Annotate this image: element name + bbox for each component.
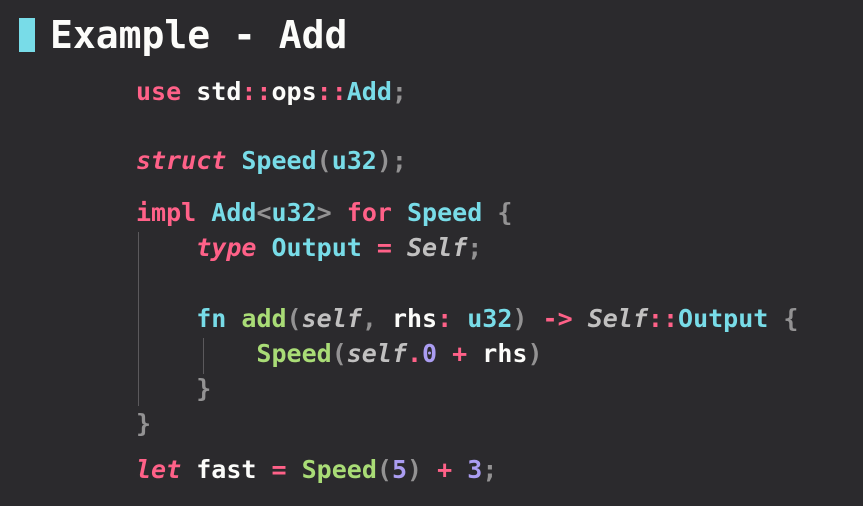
code-token: use <box>136 77 182 106</box>
code-token: ; <box>391 146 407 175</box>
code-token: } <box>136 409 152 438</box>
code-token: ; <box>482 455 498 484</box>
code-token: } <box>196 374 212 403</box>
code-token: Add <box>346 77 392 106</box>
code-token: { <box>783 304 799 333</box>
code-token: u32 <box>467 304 513 333</box>
code-token: ) <box>512 304 528 333</box>
code-token: self <box>346 339 407 368</box>
code-token: Output <box>678 304 769 333</box>
code-token: 3 <box>467 455 483 484</box>
code-token: fast <box>196 455 257 484</box>
code-token: Self <box>587 304 648 333</box>
code-line: fn add(self, rhs: u32) -> Self::Output { <box>136 302 798 336</box>
code-line: let fast = Speed(5) + 3; <box>136 453 497 487</box>
code-token: let <box>136 455 182 484</box>
code-line: use std::ops::Add; <box>136 75 407 109</box>
code-token: = <box>271 455 287 484</box>
code-token: > <box>316 198 332 227</box>
code-token: Self <box>407 233 468 262</box>
code-token: ops <box>271 77 317 106</box>
code-token: , <box>361 304 377 333</box>
code-token: ( <box>376 455 392 484</box>
code-token: :: <box>647 304 679 333</box>
code-token: < <box>256 198 272 227</box>
code-token: ; <box>391 77 407 106</box>
code-token: ) <box>376 146 392 175</box>
code-token: ( <box>286 304 302 333</box>
code-token: Add <box>211 198 257 227</box>
code-token: type <box>196 233 257 262</box>
code-token: 5 <box>391 455 408 484</box>
code-token: + <box>452 339 468 368</box>
code-token: struct <box>136 146 227 175</box>
code-token: Speed <box>301 455 377 484</box>
code-token: : <box>437 304 453 333</box>
slide-header: Example - Add <box>19 10 347 60</box>
code-token: Output <box>271 233 362 262</box>
code-token: ) <box>527 339 543 368</box>
code-token: ( <box>316 146 332 175</box>
code-token: 0 <box>422 339 438 368</box>
slide: Example - Add use std::ops::Add; struct S… <box>0 0 863 506</box>
code-token: Speed <box>256 339 332 368</box>
code-token: impl <box>136 198 197 227</box>
code-token: . <box>406 339 423 368</box>
code-line: struct Speed(u32); <box>136 144 407 178</box>
code-line: } <box>136 407 151 441</box>
code-line: Speed(self.0 + rhs) <box>136 337 543 371</box>
code-token: { <box>497 198 513 227</box>
code-token: rhs <box>482 339 528 368</box>
code-token: Speed <box>241 146 317 175</box>
code-token: self <box>301 304 362 333</box>
code-line: } <box>136 372 211 406</box>
code-token: rhs <box>391 304 438 333</box>
code-token: :: <box>316 77 347 106</box>
code-token: add <box>241 304 287 333</box>
code-token: + <box>437 455 453 484</box>
code-token: -> <box>542 304 573 333</box>
code-token: :: <box>241 77 272 106</box>
code-token: std <box>196 77 242 106</box>
slide-title: Example - Add <box>50 13 348 57</box>
code-token: ( <box>331 339 347 368</box>
code-token: Speed <box>407 198 483 227</box>
code-token: = <box>376 233 392 262</box>
code-token: u32 <box>271 198 317 227</box>
title-accent-bar <box>19 18 35 52</box>
code-token: u32 <box>331 146 377 175</box>
code-token: for <box>346 198 392 227</box>
code-line: type Output = Self; <box>136 231 482 265</box>
code-line: impl Add<u32> for Speed { <box>136 196 512 230</box>
code-token: ) <box>407 455 423 484</box>
code-token: ; <box>467 233 483 262</box>
code-token: fn <box>196 304 227 333</box>
